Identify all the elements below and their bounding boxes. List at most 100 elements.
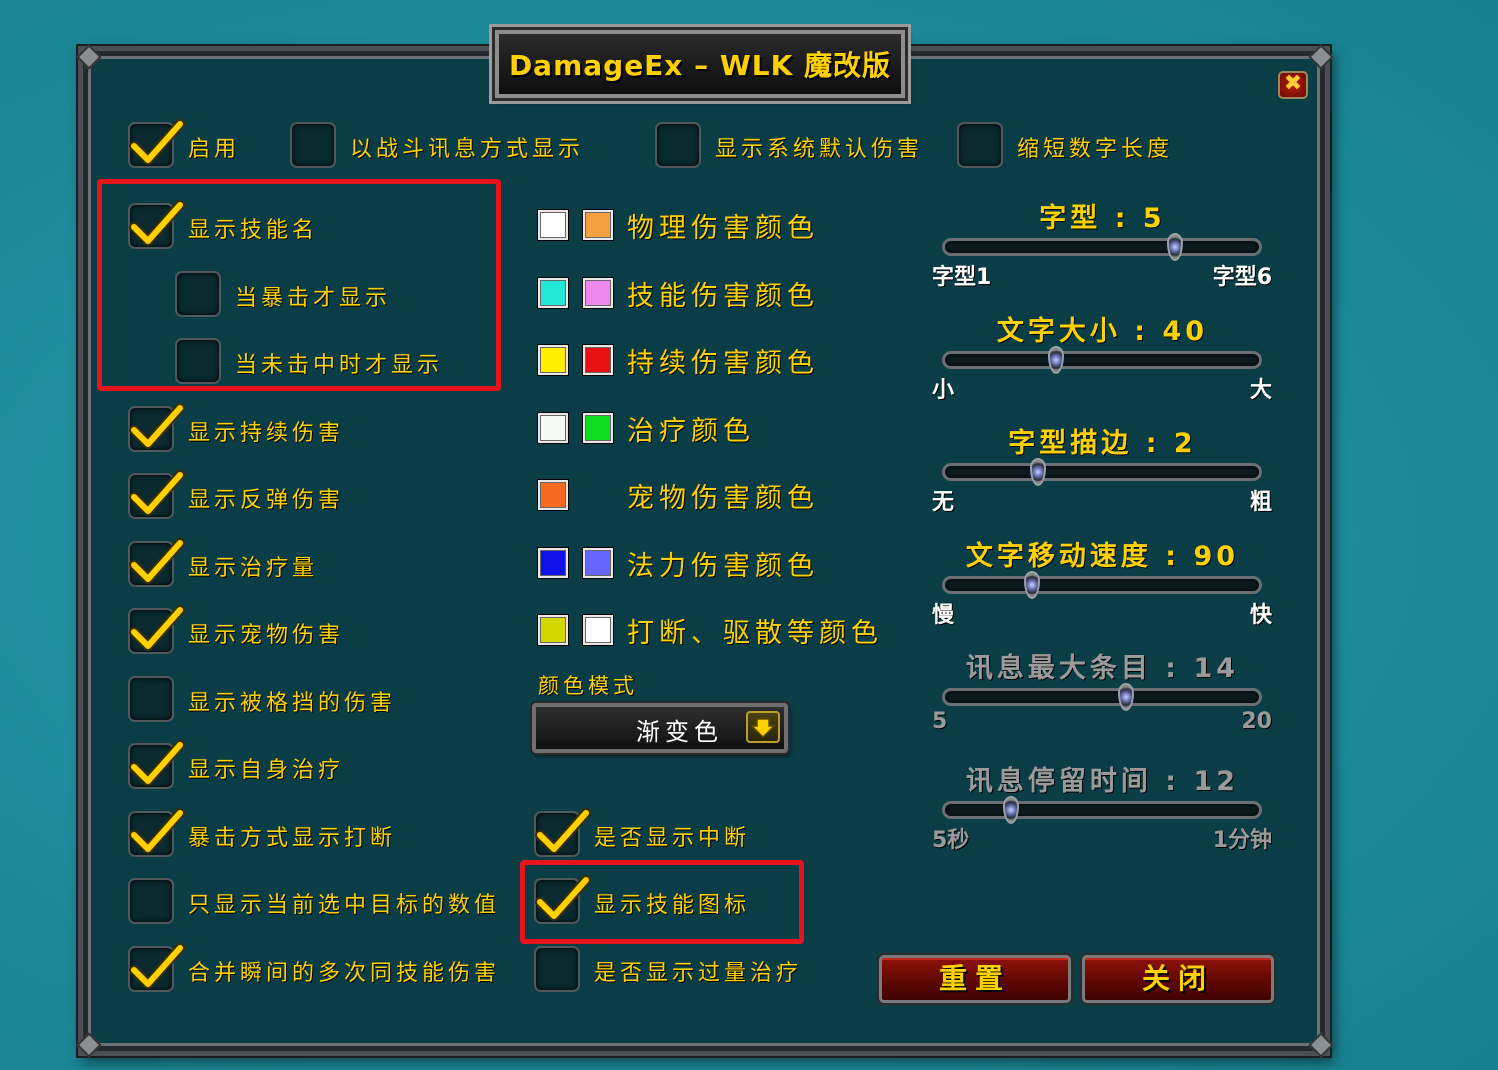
color-swatch-6-0[interactable]: [538, 615, 568, 645]
color-swatch-4-0[interactable]: [538, 480, 568, 510]
slider-max-label-3: 快: [1249, 603, 1272, 628]
slider-min-label-5: 5秒: [932, 828, 970, 853]
left-option-3-label: 显示持续伤害: [188, 421, 345, 446]
color-swatch-3-1[interactable]: [583, 413, 613, 443]
reset-button[interactable]: 重置: [879, 955, 1071, 1003]
left-option-8-label: 显示自身治疗: [188, 758, 345, 783]
color-label-0: 物理伤害颜色: [627, 213, 819, 244]
middle-option-0-label: 是否显示中断: [594, 826, 751, 851]
middle-option-0-checkbox[interactable]: [534, 808, 591, 857]
slider-title-4: 讯息最大条目 : 14: [930, 646, 1275, 685]
middle-option-1-label: 显示技能图标: [594, 893, 751, 918]
top-option-1-checkbox[interactable]: [290, 122, 336, 168]
slider-track-2[interactable]: [942, 463, 1262, 481]
color-label-2: 持续伤害颜色: [627, 348, 819, 379]
top-option-0-checkbox[interactable]: [128, 119, 185, 168]
left-option-1-checkbox[interactable]: [175, 271, 221, 317]
color-mode-dropdown[interactable]: 渐变色: [532, 703, 788, 753]
slider-title-2: 字型描边 : 2: [930, 421, 1275, 460]
left-option-6-checkbox[interactable]: [128, 605, 185, 654]
left-option-9-checkbox[interactable]: [128, 808, 185, 857]
slider-name: 讯息最大条目: [965, 653, 1152, 684]
slider-name: 讯息停留时间: [965, 766, 1152, 797]
slider-track-3[interactable]: [942, 576, 1262, 594]
color-swatch-3-0[interactable]: [538, 413, 568, 443]
window-titlebar[interactable]: DamageEx – WLK 魔改版: [495, 30, 905, 98]
color-swatch-2-0[interactable]: [538, 345, 568, 375]
color-swatch-0-1[interactable]: [583, 210, 613, 240]
slider-max-label-4: 20: [1241, 709, 1272, 734]
left-option-5-checkbox[interactable]: [128, 538, 185, 587]
slider-name: 字型: [1039, 203, 1102, 234]
slider-track-4[interactable]: [942, 688, 1262, 706]
left-option-3-checkbox[interactable]: [128, 403, 185, 452]
left-option-7-label: 显示被格挡的伤害: [188, 691, 397, 716]
top-option-3-checkbox[interactable]: [957, 122, 1003, 168]
slider-min-label-3: 慢: [932, 603, 955, 628]
slider-name: 文字大小: [996, 316, 1121, 347]
middle-option-1-checkbox[interactable]: [534, 875, 591, 924]
slider-name: 文字移动速度: [965, 541, 1152, 572]
left-option-11-checkbox[interactable]: [128, 943, 185, 992]
slider-separator: :: [1151, 766, 1194, 797]
color-mode-value: 渐变色: [636, 718, 723, 746]
slider-min-label-2: 无: [932, 490, 955, 515]
middle-option-2-checkbox[interactable]: [534, 946, 580, 992]
top-option-2-checkbox[interactable]: [655, 122, 701, 168]
slider-separator: :: [1151, 541, 1194, 572]
slider-value: 5: [1142, 203, 1166, 234]
slider-value: 90: [1193, 541, 1240, 572]
slider-value: 2: [1173, 428, 1197, 459]
slider-max-label-5: 1分钟: [1212, 828, 1272, 853]
top-option-0-label: 启用: [188, 137, 241, 162]
left-option-0-label: 显示技能名: [188, 218, 319, 243]
left-option-10-label: 只显示当前选中目标的数值: [188, 893, 501, 918]
slider-separator: :: [1101, 203, 1143, 234]
left-option-2-label: 当未击中时才显示: [235, 353, 444, 378]
top-option-3-label: 缩短数字长度: [1017, 137, 1174, 162]
slider-title-0: 字型 : 5: [930, 196, 1275, 235]
color-swatch-1-1[interactable]: [583, 278, 613, 308]
color-label-4: 宠物伤害颜色: [627, 483, 819, 514]
color-label-3: 治疗颜色: [627, 416, 755, 447]
left-option-7-checkbox[interactable]: [128, 676, 174, 722]
color-swatch-1-0[interactable]: [538, 278, 568, 308]
color-swatch-5-0[interactable]: [538, 548, 568, 578]
slider-name: 字型描边: [1008, 428, 1133, 459]
left-option-0-checkbox[interactable]: [128, 200, 185, 249]
slider-max-label-2: 粗: [1249, 490, 1272, 515]
left-option-4-checkbox[interactable]: [128, 470, 185, 519]
middle-option-2-label: 是否显示过量治疗: [594, 961, 803, 986]
color-label-5: 法力伤害颜色: [627, 551, 819, 582]
slider-track-1[interactable]: [942, 351, 1262, 369]
slider-separator: :: [1120, 316, 1163, 347]
left-option-10-checkbox[interactable]: [128, 878, 174, 924]
slider-value: 14: [1193, 653, 1240, 684]
slider-title-3: 文字移动速度 : 90: [930, 534, 1275, 573]
close-button[interactable]: 关闭: [1082, 955, 1274, 1003]
window-title: DamageEx – WLK 魔改版: [508, 49, 892, 82]
color-swatch-6-1[interactable]: [583, 615, 613, 645]
slider-min-label-4: 5: [932, 709, 948, 734]
slider-min-label-1: 小: [932, 378, 955, 403]
slider-value: 40: [1162, 316, 1209, 347]
slider-min-label-0: 字型1: [932, 265, 992, 290]
chevron-down-icon[interactable]: [746, 711, 780, 743]
slider-separator: :: [1151, 653, 1194, 684]
left-option-2-checkbox[interactable]: [175, 338, 221, 384]
slider-separator: :: [1132, 428, 1174, 459]
slider-max-label-1: 大: [1249, 378, 1272, 403]
slider-track-5[interactable]: [942, 801, 1262, 819]
left-option-8-checkbox[interactable]: [128, 740, 185, 789]
slider-title-1: 文字大小 : 40: [930, 309, 1275, 348]
color-swatch-5-1[interactable]: [583, 548, 613, 578]
close-icon: ✖: [1283, 71, 1303, 96]
left-option-9-label: 暴击方式显示打断: [188, 826, 397, 851]
slider-max-label-0: 字型6: [1212, 265, 1272, 290]
slider-track-0[interactable]: [942, 238, 1262, 256]
close-window-button[interactable]: ✖: [1278, 71, 1308, 99]
color-swatch-2-1[interactable]: [583, 345, 613, 375]
color-swatch-0-0[interactable]: [538, 210, 568, 240]
color-label-6: 打断、驱散等颜色: [627, 618, 883, 649]
left-option-6-label: 显示宠物伤害: [188, 623, 345, 648]
